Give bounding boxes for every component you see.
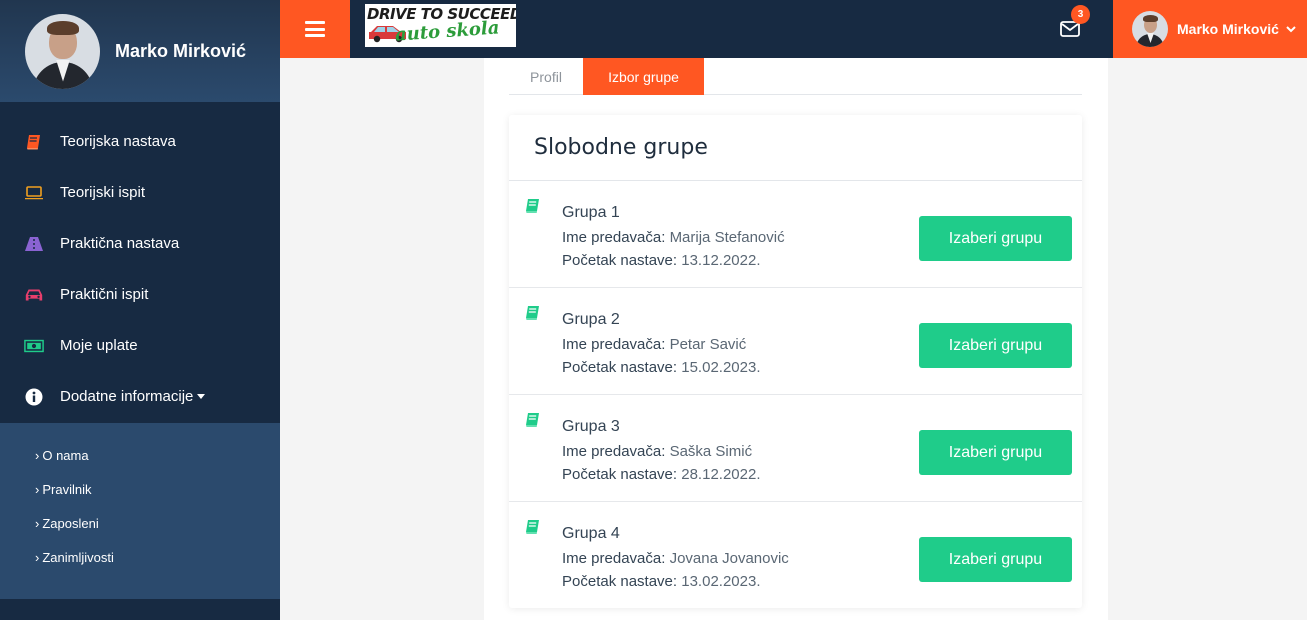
group-name: Grupa 4 [562,525,620,542]
group-teacher: Ime predavača: Jovana Jovanovic [562,550,789,567]
group-teacher: Ime predavača: Saška Simić [562,443,753,460]
tab-profil[interactable]: Profil [509,58,583,95]
group-row: Grupa 1 Ime predavača: Marija Stefanović… [509,181,1082,288]
book-icon [526,306,539,320]
group-teacher: Ime predavača: Marija Stefanović [562,229,785,246]
select-group-1-button[interactable]: Izaberi grupu [919,216,1072,261]
book-icon [526,199,539,213]
main-panel: Profil Izbor grupe Slobodne grupe Grupa … [484,58,1108,620]
profile-name: Marko Mirković [115,40,247,61]
book-icon [526,413,539,427]
topbar: DRIVE TO SUCCEED auto skola 3 Marko Mirk… [280,0,1307,58]
submenu-item-o-nama[interactable]: › O nama [0,448,280,482]
messages-count-badge: 3 [1071,5,1090,24]
arrow-icon: › [35,550,40,565]
group-row: Grupa 2 Ime predavača: Petar Savić Počet… [509,288,1082,395]
avatar [25,13,100,89]
arrow-icon: › [35,448,40,463]
sidebar-item-prakticni-ispit[interactable]: Praktični ispit [0,269,280,320]
menu-toggle-button[interactable] [280,0,350,58]
sidebar-item-moje-uplate[interactable]: Moje uplate [0,320,280,371]
tab-izbor-grupe[interactable]: Izbor grupe [583,58,704,95]
group-row: Grupa 3 Ime predavača: Saška Simić Počet… [509,395,1082,502]
info-icon [24,388,44,406]
card-title: Slobodne grupe [534,135,708,160]
sidebar-submenu: › O nama › Pravilnik › Zaposleni › Zanimljiv… [0,423,280,599]
select-group-4-button[interactable]: Izaberi grupu [919,537,1072,582]
card-header: Slobodne grupe [509,115,1082,181]
group-teacher: Ime predavača: Petar Savić [562,336,747,353]
group-start-date: Početak nastave: 15.02.2023. [562,359,761,376]
logo[interactable]: DRIVE TO SUCCEED auto skola [365,4,516,47]
arrow-icon: › [35,516,40,531]
tabs: Profil Izbor grupe [509,58,1082,95]
book-icon [526,520,539,534]
group-name: Grupa 3 [562,418,620,435]
road-icon [24,235,44,253]
group-start-date: Početak nastave: 28.12.2022. [562,466,761,483]
sidebar: Marko Mirković Teorijska nastava Teorijs… [0,0,280,620]
caret-down-icon [197,394,206,399]
submenu-item-zaposleni[interactable]: › Zaposleni [0,516,280,550]
sidebar-item-teorijska-nastava[interactable]: Teorijska nastava [0,116,280,167]
select-group-2-button[interactable]: Izaberi grupu [919,323,1072,368]
arrow-icon: › [35,482,40,497]
chevron-down-icon [1286,26,1296,33]
hamburger-icon [305,21,325,37]
money-icon [24,337,44,355]
avatar [1132,11,1168,47]
user-name: Marko Mirković [1177,21,1279,37]
submenu-item-zanimljivosti[interactable]: › Zanimljivosti [0,550,280,584]
group-row: Grupa 4 Ime predavača: Jovana Jovanovic … [509,502,1082,609]
group-name: Grupa 2 [562,311,620,328]
laptop-icon [24,184,44,202]
submenu-item-pravilnik[interactable]: › Pravilnik [0,482,280,516]
sidebar-item-teorijski-ispit[interactable]: Teorijski ispit [0,167,280,218]
car-icon [24,286,44,304]
sidebar-item-prakticna-nastava[interactable]: Praktična nastava [0,218,280,269]
book-icon [24,133,44,151]
select-group-3-button[interactable]: Izaberi grupu [919,430,1072,475]
sidebar-item-dodatne-informacije[interactable]: Dodatne informacije [0,371,280,422]
group-name: Grupa 1 [562,204,620,221]
groups-card: Slobodne grupe Grupa 1 Ime predavača: Ma… [509,115,1082,608]
group-start-date: Početak nastave: 13.02.2023. [562,573,761,590]
sidebar-menu: Teorijska nastava Teorijski ispit Prakti… [0,102,280,422]
sidebar-profile: Marko Mirković [0,0,280,102]
user-menu-button[interactable]: Marko Mirković [1113,0,1307,58]
group-start-date: Početak nastave: 13.12.2022. [562,252,761,269]
